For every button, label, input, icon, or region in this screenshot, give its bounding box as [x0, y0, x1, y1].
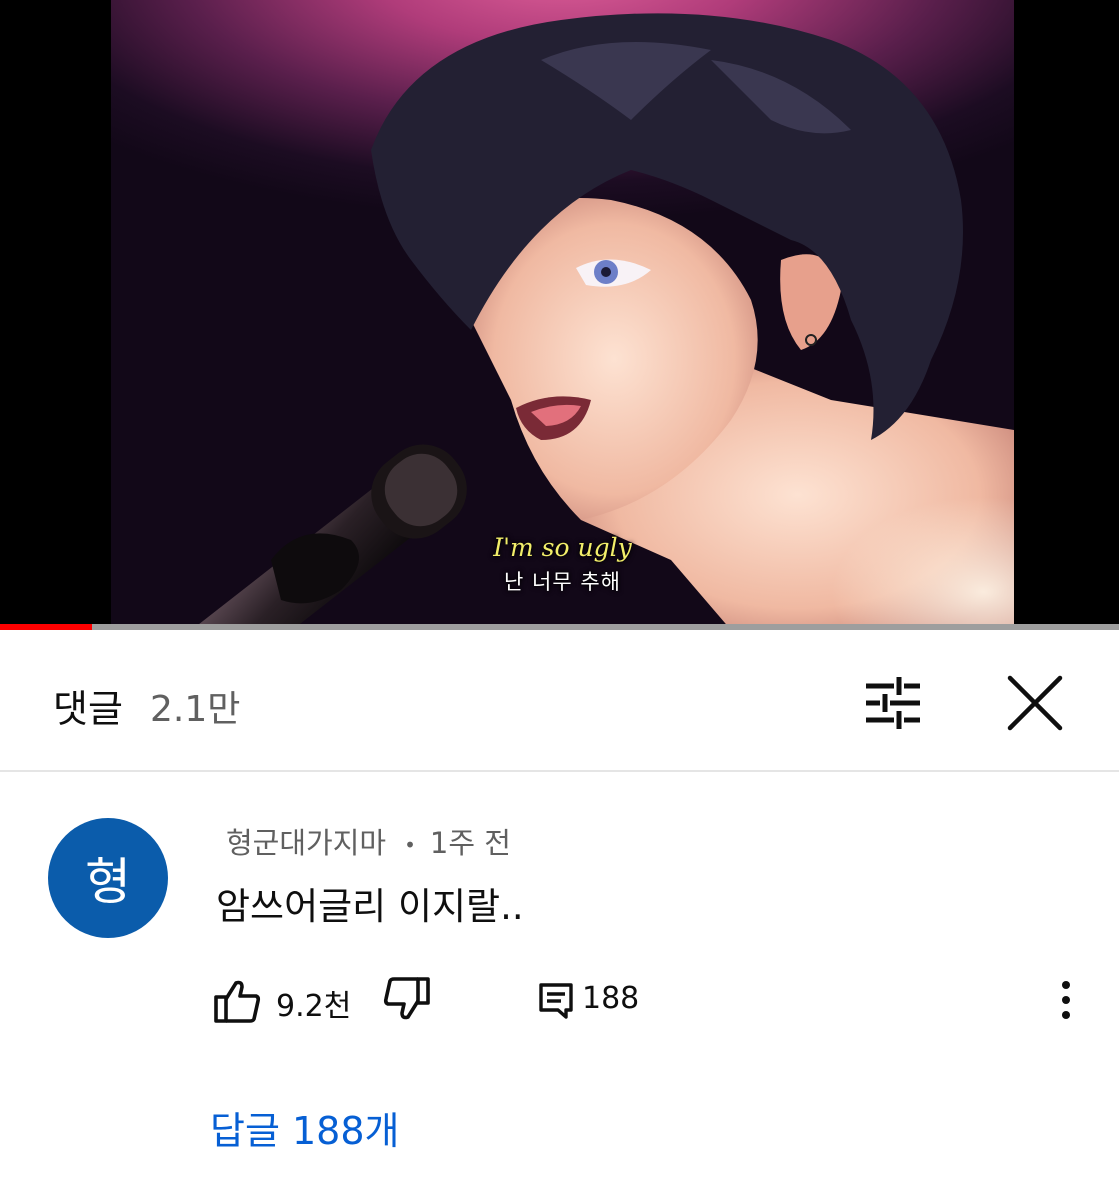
- like-count: 9.2천: [276, 989, 352, 1024]
- comments-header: 댓글 2.1만: [0, 630, 1119, 772]
- view-replies-link[interactable]: 답글 188개: [210, 1100, 400, 1155]
- video-frame: I'm so ugly 난 너무 추해: [111, 0, 1014, 630]
- thumbs-down-icon: [383, 977, 430, 1020]
- subtitle-korean: 난 너무 추해: [504, 570, 621, 594]
- sort-filter-button[interactable]: [858, 668, 928, 738]
- comment-more-button[interactable]: [1046, 978, 1086, 1022]
- comment-text: 암쓰어글리 이지랄..: [216, 885, 524, 928]
- comment-author[interactable]: 형군대가지마: [226, 826, 386, 860]
- thumbs-up-icon: [214, 980, 261, 1023]
- close-comments-button[interactable]: [998, 666, 1072, 740]
- avatar-letter: 형: [85, 853, 131, 911]
- video-player[interactable]: I'm so ugly 난 너무 추해: [0, 0, 1119, 630]
- comment-time: 1주 전: [429, 826, 511, 860]
- avatar[interactable]: 형: [48, 818, 168, 938]
- close-icon: [1007, 675, 1063, 731]
- reply-count: 188: [582, 981, 640, 1016]
- sliders-icon: [866, 677, 920, 729]
- comments-count: 2.1만: [150, 689, 241, 730]
- comments-title: 댓글: [53, 687, 123, 731]
- meta-separator: •: [404, 833, 416, 857]
- comment-meta: 형군대가지마 • 1주 전: [226, 820, 511, 862]
- reply-button[interactable]: [536, 980, 576, 1020]
- subtitle-english: I'm so ugly: [493, 533, 632, 562]
- like-button[interactable]: [212, 975, 262, 1025]
- reply-icon: [539, 983, 573, 1019]
- more-vert-icon: [1062, 981, 1070, 1019]
- dislike-button[interactable]: [380, 975, 432, 1025]
